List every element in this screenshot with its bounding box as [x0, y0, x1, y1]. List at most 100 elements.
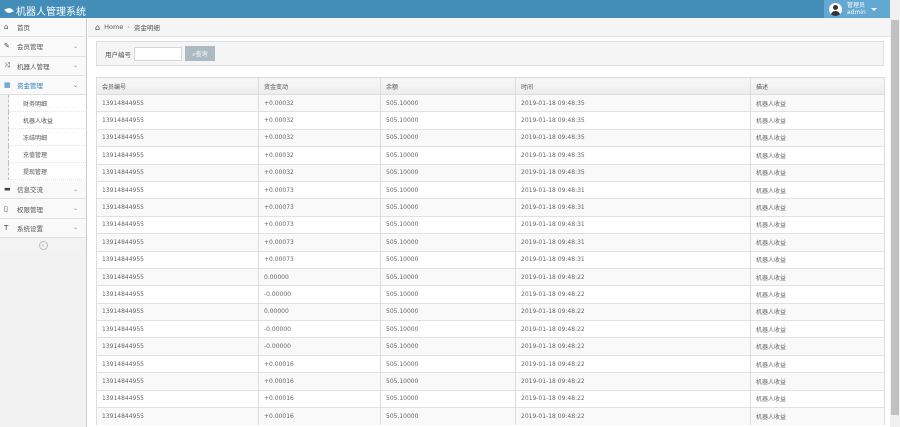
table-cell: 2019-01-18 09:48:31	[515, 215, 751, 234]
table-row: 13914844955 -0.00000 505.10000 2019-01-18 0…	[96, 285, 885, 304]
table-cell: 13914844955	[96, 320, 259, 338]
table-cell: 505.10000	[380, 250, 516, 269]
user-id-input[interactable]	[134, 46, 182, 61]
sidebar-item-5[interactable]: ▯ 权限管理 ⌄	[0, 199, 86, 219]
sidebar-collapse-button[interactable]: «	[0, 238, 86, 253]
table-row: 13914844955 +0.00016 505.10000 2019-01-18 0…	[96, 389, 885, 408]
table-cell: 机器人收益	[750, 267, 885, 286]
table-cell: 13914844955	[96, 337, 259, 356]
table-cell: 13914844955	[96, 180, 259, 199]
table-cell: 2019-01-18 09:48:35	[515, 163, 751, 182]
table-cell: 505.10000	[380, 180, 516, 199]
sidebar-subitem[interactable]: 冻结明细	[8, 129, 86, 147]
table-row: 13914844955 +0.00016 505.10000 2019-01-18 0…	[96, 372, 885, 391]
top-navbar: 机器人管理系统 管理员 admin	[0, 0, 890, 18]
sidebar-subitem[interactable]: 财务明细	[8, 95, 86, 113]
chevron-down-icon: ⌄	[72, 42, 78, 50]
table-cell: 机器人收益	[750, 146, 885, 165]
table-cell: 机器人收益	[750, 407, 885, 425]
table-cell: 机器人收益	[750, 354, 885, 373]
table-cell: 13914844955	[96, 354, 259, 373]
table-cell: 机器人收益	[750, 302, 885, 321]
chevron-down-icon: ⌄	[72, 62, 78, 70]
table-cell: -0.00000	[258, 320, 381, 338]
table-cell: 13914844955	[96, 111, 259, 130]
sidebar-item-label: 会员管理	[17, 43, 43, 52]
user-role: 管理员	[847, 2, 866, 9]
table-cell: +0.00016	[258, 407, 381, 425]
user-menu[interactable]: 管理员 admin	[824, 0, 890, 18]
table-cell: +0.00016	[258, 354, 381, 373]
sidebar-item-label: 首页	[17, 24, 30, 33]
table-cell: 505.10000	[380, 407, 516, 425]
table-cell: 机器人收益	[750, 215, 885, 234]
table-cell: 2019-01-18 09:48:22	[515, 320, 751, 338]
table-cell: +0.00016	[258, 372, 381, 391]
table-cell: 13914844955	[96, 267, 259, 286]
table-row: 13914844955 0.00000 505.10000 2019-01-18 09…	[96, 267, 885, 286]
table-cell: +0.00073	[258, 180, 381, 199]
table-cell: 2019-01-18 09:48:31	[515, 180, 751, 199]
sidebar-item-1[interactable]: ✎ 会员管理 ⌄	[0, 37, 86, 57]
table-cell: +0.00073	[258, 198, 381, 217]
table-cell: 13914844955	[96, 146, 259, 165]
scrollbar[interactable]	[890, 0, 900, 427]
table-row: 13914844955 +0.00073 505.10000 2019-01-18 0…	[96, 215, 885, 234]
table-row: 13914844955 +0.00016 505.10000 2019-01-18 0…	[96, 407, 885, 425]
table-row: 13914844955 0.00000 505.10000 2019-01-18 09…	[96, 302, 885, 321]
breadcrumb-home[interactable]: Home	[104, 23, 123, 31]
sidebar-subitem[interactable]: 机器人收益	[8, 112, 86, 130]
table-cell: 2019-01-18 09:48:22	[515, 407, 751, 425]
home-icon: ⌂	[95, 22, 101, 32]
table-cell: 机器人收益	[750, 285, 885, 304]
table-cell: -0.00000	[258, 285, 381, 304]
table-cell: +0.00032	[258, 146, 381, 165]
table-cell: +0.00073	[258, 250, 381, 269]
table-cell: +0.00032	[258, 111, 381, 130]
collapse-icon: «	[38, 240, 48, 250]
table-cell: +0.00032	[258, 163, 381, 182]
table-cell: 505.10000	[380, 128, 516, 147]
column-header: 时间	[515, 77, 751, 95]
sidebar-item-0[interactable]: ⌂ 首页	[0, 18, 86, 38]
table-cell: 机器人收益	[750, 389, 885, 408]
table-cell: 505.10000	[380, 285, 516, 304]
table-cell: 2019-01-18 09:48:22	[515, 354, 751, 373]
chevron-right-icon: ›	[127, 23, 130, 31]
table-cell: 505.10000	[380, 146, 516, 165]
sidebar-item-4[interactable]: ▬ 信息交流 ⌄	[0, 180, 86, 200]
table-cell: 13914844955	[96, 302, 259, 321]
table-cell: 505.10000	[380, 233, 516, 252]
table-cell: 13914844955	[96, 128, 259, 147]
table-cell: 13914844955	[96, 93, 259, 112]
table-cell: 505.10000	[380, 163, 516, 182]
sidebar-subitem[interactable]: 提现管理	[8, 163, 86, 181]
sidebar-item-6[interactable]: T 系统设置 ⌄	[0, 218, 86, 239]
table-cell: 机器人收益	[750, 163, 885, 182]
sidebar-item-3[interactable]: ▦ 资金管理 ⌄	[0, 75, 86, 96]
table-cell: 机器人收益	[750, 198, 885, 217]
sidebar-icon: ▦	[4, 81, 11, 90]
sidebar-subitem[interactable]: 充值管理	[8, 146, 86, 164]
table-cell: 13914844955	[96, 285, 259, 304]
brand[interactable]: 机器人管理系统	[4, 3, 86, 18]
table-cell: 505.10000	[380, 267, 516, 286]
sidebar-icon: ⤨	[4, 61, 10, 70]
sidebar-item-2[interactable]: ⤨ 机器人管理 ⌄	[0, 56, 86, 76]
table-cell: 13914844955	[96, 407, 259, 425]
avatar	[829, 2, 842, 16]
table-cell: +0.00032	[258, 93, 381, 112]
table-cell: +0.00073	[258, 233, 381, 252]
table-cell: 505.10000	[380, 389, 516, 408]
table-cell: 505.10000	[380, 320, 516, 338]
app-title: 机器人管理系统	[16, 7, 86, 18]
table-cell: 505.10000	[380, 372, 516, 391]
search-button-label: 查询	[195, 50, 208, 58]
search-button[interactable]: ⌕查询	[185, 46, 215, 61]
table-cell: 505.10000	[380, 93, 516, 112]
sidebar: ⌂ 首页 ✎ 会员管理 ⌄ ⤨ 机器人管理 ⌄ ▦ 资金管理 ⌄ 财务明细 机器人收益 冻结明细 充值管理提…	[0, 18, 87, 427]
chevron-down-icon: ⌄	[72, 224, 78, 232]
table-cell: 2019-01-18 09:48:22	[515, 389, 751, 408]
caret-down-icon	[870, 7, 877, 14]
scrollbar-thumb[interactable]	[891, 20, 899, 415]
